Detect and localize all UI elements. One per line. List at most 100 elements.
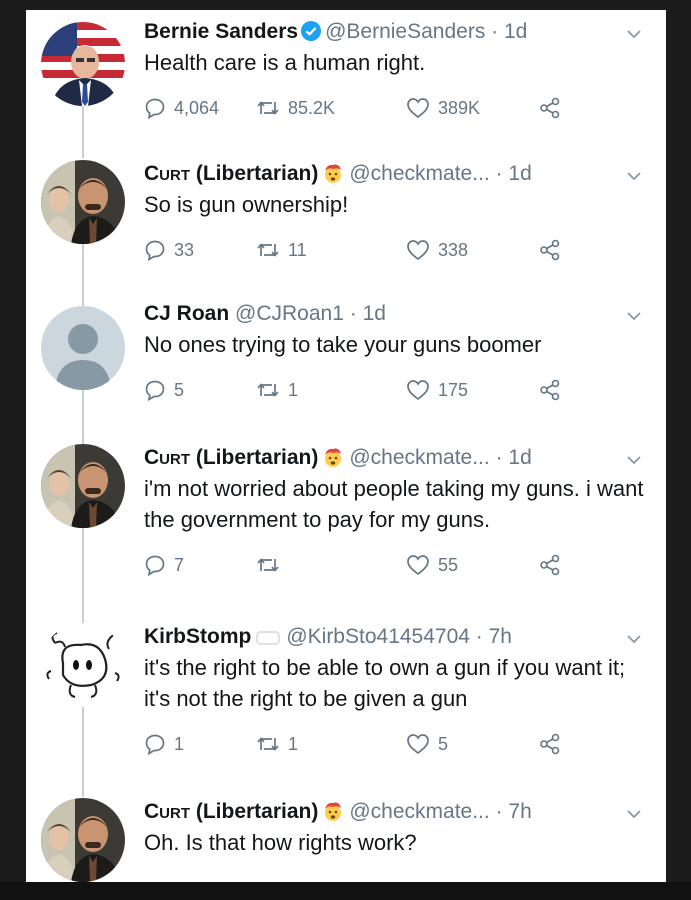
cartoon-avatar [41, 623, 125, 707]
reply-icon [144, 554, 166, 576]
like-button[interactable]: 175 [406, 377, 468, 403]
tweet-text: So is gun ownership! [144, 192, 349, 217]
display-name-part: (Libertarian) [190, 162, 319, 185]
reply-icon [144, 733, 166, 755]
avatar[interactable] [41, 623, 125, 707]
retweet-button[interactable] [256, 552, 288, 578]
thread-line [82, 390, 84, 446]
display-name[interactable]: Bernie Sanders [144, 20, 298, 43]
display-name[interactable]: Curt (Libertarian) [144, 162, 318, 185]
share-button[interactable] [539, 237, 561, 263]
avatar[interactable] [41, 444, 125, 528]
timestamp[interactable]: · 1d [496, 162, 532, 185]
handle[interactable]: @CJRoan1 [235, 302, 344, 325]
heart-icon [406, 733, 430, 755]
chevron-down-icon[interactable] [626, 446, 642, 474]
avatar[interactable] [41, 306, 125, 390]
reply-button[interactable]: 1 [144, 731, 184, 757]
like-count: 338 [438, 239, 469, 260]
thread-line [82, 106, 84, 158]
retweet-icon [256, 98, 280, 118]
heart-icon [406, 554, 430, 576]
tweet-thread: Bernie Sanders @BernieSanders · 1d Health… [26, 10, 666, 882]
tweet-actions: 33 11 338 [144, 237, 656, 263]
share-icon [539, 97, 561, 119]
timestamp[interactable]: · 1d [350, 302, 386, 325]
like-count: 175 [438, 379, 469, 400]
tweet-header: Bernie Sanders @BernieSanders · 1d [144, 18, 656, 46]
retweet-count: 11 [288, 239, 307, 260]
bottom-bar [0, 882, 691, 900]
reply-count: 7 [174, 554, 185, 575]
verified-badge-icon [301, 21, 322, 49]
thread-line [82, 526, 84, 626]
reply-button[interactable]: 4,064 [144, 95, 219, 121]
like-button[interactable]: 55 [406, 552, 458, 578]
reply-count: 33 [174, 239, 195, 260]
display-name[interactable]: KirbStomp [144, 625, 251, 648]
chevron-down-icon[interactable] [626, 800, 642, 828]
tweet-text: Oh. Is that how rights work? [144, 830, 417, 855]
avatar[interactable] [41, 798, 125, 882]
like-count: 5 [438, 733, 449, 754]
retweet-icon [256, 734, 280, 754]
exploding-head-icon [322, 162, 344, 192]
reply-count: 1 [174, 733, 185, 754]
handle[interactable]: @checkmate... [349, 162, 489, 185]
heart-icon [406, 239, 430, 261]
display-name[interactable]: CJ Roan [144, 302, 229, 325]
retweet-button[interactable]: 11 [256, 237, 307, 263]
avatar[interactable] [41, 160, 125, 244]
timestamp[interactable]: · 7h [496, 800, 532, 823]
reply-icon [144, 239, 166, 261]
retweet-icon [256, 555, 280, 575]
like-button[interactable]: 389K [406, 95, 480, 121]
share-icon [539, 733, 561, 755]
display-name-part: Curt [144, 446, 190, 469]
heart-icon [406, 379, 430, 401]
chevron-down-icon[interactable] [626, 302, 642, 330]
reply-button[interactable]: 7 [144, 552, 184, 578]
timestamp[interactable]: · 1d [496, 446, 532, 469]
display-name[interactable]: Curt (Libertarian) [144, 800, 318, 823]
handle[interactable]: @BernieSanders [325, 20, 485, 43]
tweet-header: Curt (Libertarian) @checkmate... · 1d [144, 160, 656, 188]
chevron-down-icon[interactable] [626, 162, 642, 190]
retweet-count: 85.2K [288, 97, 336, 118]
share-button[interactable] [539, 552, 561, 578]
tweet-actions: 1 1 5 [144, 731, 656, 757]
retweet-button[interactable]: 1 [256, 377, 298, 403]
avatar[interactable] [41, 22, 125, 106]
timestamp[interactable]: · 1d [491, 20, 527, 43]
share-button[interactable] [539, 377, 561, 403]
handle[interactable]: @checkmate... [349, 800, 489, 823]
reply-count: 5 [174, 379, 185, 400]
retweet-count: 1 [288, 733, 299, 754]
handle[interactable]: @KirbSto41454704 [286, 625, 470, 648]
handle[interactable]: @checkmate... [349, 446, 489, 469]
share-button[interactable] [539, 731, 561, 757]
display-name[interactable]: Curt (Libertarian) [144, 446, 318, 469]
like-button[interactable]: 338 [406, 237, 468, 263]
chevron-down-icon[interactable] [626, 20, 642, 48]
like-button[interactable]: 5 [406, 731, 448, 757]
curt-avatar [41, 798, 125, 882]
share-button[interactable] [539, 95, 561, 121]
timestamp[interactable]: · 7h [476, 625, 512, 648]
retweet-button[interactable]: 1 [256, 731, 298, 757]
tweet-header: Curt (Libertarian) @checkmate... · 1d [144, 444, 656, 472]
tweet-actions: 4,064 85.2K 389K [144, 95, 656, 121]
curt-avatar [41, 444, 125, 528]
retweet-button[interactable]: 85.2K [256, 95, 335, 121]
display-name-part: Curt [144, 800, 190, 823]
default-avatar [41, 306, 125, 390]
reply-button[interactable]: 5 [144, 377, 184, 403]
display-name-part: Curt [144, 162, 190, 185]
share-icon [539, 554, 561, 576]
tweet-text: No ones trying to take your guns boomer [144, 332, 542, 357]
chevron-down-icon[interactable] [626, 625, 642, 653]
share-icon [539, 379, 561, 401]
reply-button[interactable]: 33 [144, 237, 194, 263]
tweet-actions: 5 1 175 [144, 377, 656, 403]
tweet-header: CJ Roan @CJRoan1 · 1d [144, 300, 656, 328]
